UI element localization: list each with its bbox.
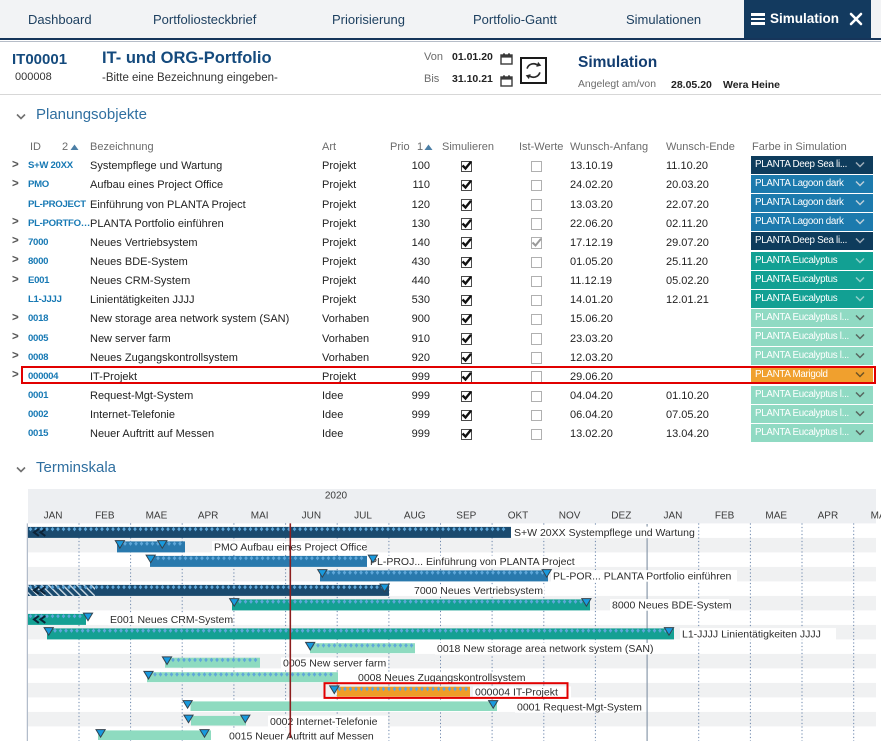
svg-text:PL-PROJ... Einführung von PLA: PL-PROJ... Einführung von PLANTA Project bbox=[370, 556, 575, 568]
svg-text:7000 Neues Vertriebsystem: 7000 Neues Vertriebsystem bbox=[414, 585, 543, 597]
svg-text:AUG: AUG bbox=[404, 510, 426, 521]
svg-text:SEP: SEP bbox=[456, 510, 476, 521]
svg-text:0001 Request-Mgt-System: 0001 Request-Mgt-System bbox=[517, 701, 642, 713]
svg-text:NOV: NOV bbox=[559, 510, 581, 521]
svg-text:E001 Neues CRM-System: E001 Neues CRM-System bbox=[110, 614, 233, 626]
svg-text:MAI: MAI bbox=[871, 510, 881, 521]
svg-text:L1-JJJJ Linientätigkeiten JJJJ: L1-JJJJ Linientätigkeiten JJJJ bbox=[682, 628, 821, 640]
svg-text:S+W 20XX Systempflege und Wart: S+W 20XX Systempflege und Wartung bbox=[514, 527, 695, 539]
svg-text:PL-POR... PLANTA Portfolio ei: PL-POR... PLANTA Portfolio einführen bbox=[553, 570, 732, 582]
svg-text:MAE: MAE bbox=[146, 510, 168, 521]
svg-text:MAI: MAI bbox=[251, 510, 269, 521]
svg-text:2020: 2020 bbox=[325, 491, 348, 502]
svg-text:8000 Neues BDE-System: 8000 Neues BDE-System bbox=[612, 599, 732, 611]
svg-text:MAE: MAE bbox=[765, 510, 787, 521]
svg-text:OKT: OKT bbox=[508, 510, 529, 521]
svg-text:DEZ: DEZ bbox=[611, 510, 631, 521]
svg-text:0018 New storage area network: 0018 New storage area network system (SA… bbox=[437, 643, 654, 655]
svg-text:APR: APR bbox=[198, 510, 219, 521]
svg-text:0002 Internet-Telefonie: 0002 Internet-Telefonie bbox=[270, 716, 378, 728]
svg-text:JAN: JAN bbox=[44, 510, 63, 521]
svg-text:0005 New server farm: 0005 New server farm bbox=[283, 658, 387, 670]
svg-text:FEB: FEB bbox=[715, 510, 735, 521]
svg-text:APR: APR bbox=[818, 510, 839, 521]
svg-text:0015 Neuer Auftritt auf Messen: 0015 Neuer Auftritt auf Messen bbox=[229, 730, 374, 742]
svg-text:JAN: JAN bbox=[663, 510, 682, 521]
svg-text:FEB: FEB bbox=[95, 510, 115, 521]
svg-text:JUL: JUL bbox=[354, 510, 372, 521]
svg-text:JUN: JUN bbox=[302, 510, 321, 521]
